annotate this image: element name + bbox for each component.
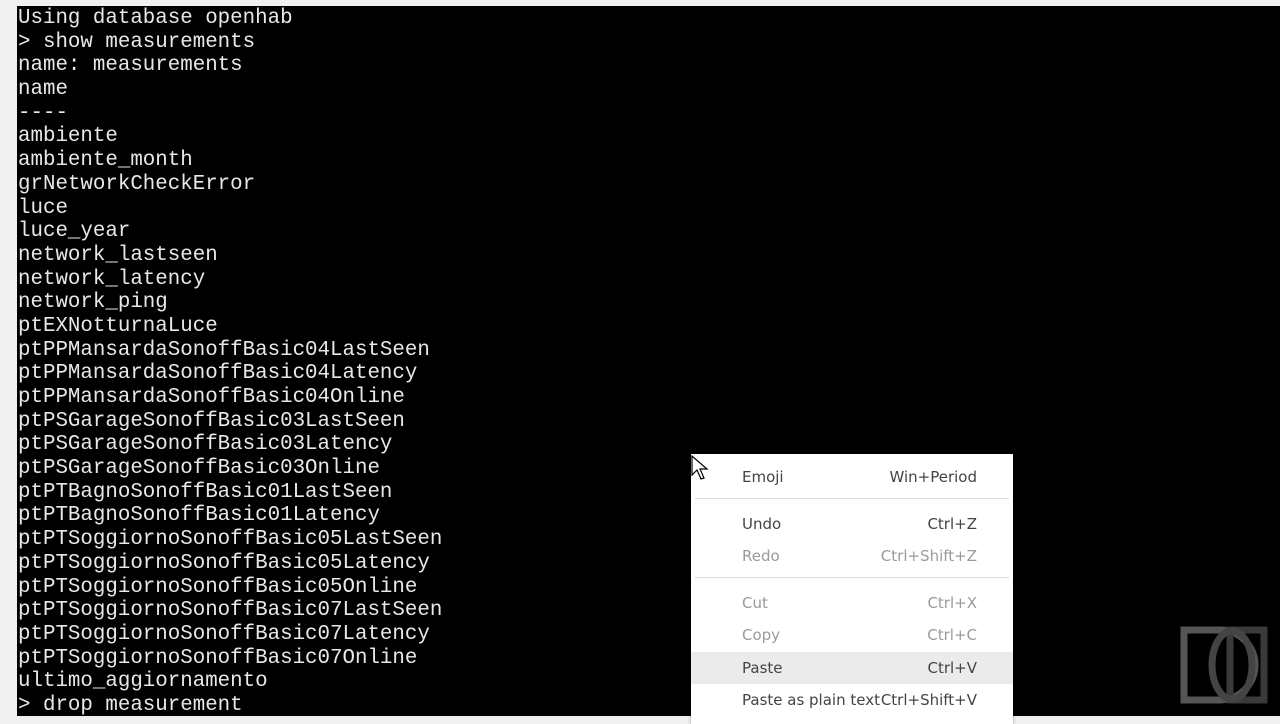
terminal-line: ptEXNotturnaLuce — [18, 314, 218, 338]
menu-label: Paste — [742, 659, 783, 677]
menu-label: Cut — [742, 594, 768, 612]
terminal-line: ptPTSoggiornoSonoffBasic05Latency — [18, 551, 430, 575]
menu-item-redo[interactable]: Redo Ctrl+Shift+Z — [691, 540, 1013, 572]
menu-item-undo[interactable]: Undo Ctrl+Z — [691, 508, 1013, 540]
terminal-line: Using database openhab — [18, 7, 293, 30]
terminal-line: ptPTSoggiornoSonoffBasic07Latency — [18, 622, 430, 646]
menu-label: Paste as plain text — [742, 691, 880, 709]
terminal-line: network_latency — [18, 267, 206, 291]
terminal-line: network_lastseen — [18, 243, 218, 267]
terminal-line: name — [18, 78, 68, 102]
terminal-line: ptPSGarageSonoffBasic03LastSeen — [18, 409, 405, 433]
terminal-line: network_ping — [18, 291, 168, 315]
terminal-line: ultimo_aggiornamento — [18, 670, 268, 694]
terminal-line: ptPTSoggiornoSonoffBasic07LastSeen — [18, 599, 443, 623]
menu-divider — [695, 577, 1009, 578]
terminal-line: ambiente_month — [18, 149, 193, 173]
menu-item-paste[interactable]: Paste Ctrl+V — [691, 652, 1013, 684]
terminal-line: ptPTBagnoSonoffBasic01LastSeen — [18, 480, 393, 504]
menu-shortcut: Ctrl+X — [927, 594, 977, 612]
context-menu: Emoji Win+Period Undo Ctrl+Z Redo Ctrl+Shif… — [691, 454, 1013, 724]
terminal-line: ptPTBagnoSonoffBasic01Latency — [18, 504, 380, 528]
menu-item-cut[interactable]: Cut Ctrl+X — [691, 587, 1013, 619]
menu-shortcut: Ctrl+Z — [927, 515, 977, 533]
terminal-line: grNetworkCheckError — [18, 172, 256, 196]
menu-item-copy[interactable]: Copy Ctrl+C — [691, 619, 1013, 651]
menu-label: Emoji — [742, 468, 784, 486]
terminal-line: luce — [18, 196, 68, 220]
terminal-output: Using database openhab > show measurement… — [18, 7, 442, 718]
terminal-line: ptPSGarageSonoffBasic03Latency — [18, 433, 393, 457]
menu-item-paste-plain-text[interactable]: Paste as plain text Ctrl+Shift+V — [691, 684, 1013, 716]
menu-label: Undo — [742, 515, 782, 533]
menu-shortcut: Ctrl+Shift+V — [880, 691, 977, 709]
menu-item-emoji[interactable]: Emoji Win+Period — [691, 461, 1013, 493]
menu-label: Redo — [742, 547, 780, 565]
terminal-line: > show measurements — [18, 30, 256, 54]
terminal-line: ptPPMansardaSonoffBasic04Latency — [18, 362, 418, 386]
terminal-line: ptPTSoggiornoSonoffBasic05Online — [18, 575, 418, 599]
mouse-cursor-icon — [691, 455, 709, 480]
menu-shortcut: Ctrl+Shift+Z — [880, 547, 977, 565]
terminal-line: ptPPMansardaSonoffBasic04LastSeen — [18, 338, 430, 362]
terminal-line: ptPPMansardaSonoffBasic04Online — [18, 386, 405, 409]
menu-shortcut: Ctrl+C — [927, 626, 977, 644]
menu-shortcut: Ctrl+V — [927, 659, 977, 677]
terminal-line: ptPSGarageSonoffBasic03Online — [18, 457, 380, 481]
watermark-logo-icon — [1180, 626, 1268, 704]
menu-label: Copy — [742, 626, 781, 644]
terminal-line: luce_year — [18, 220, 131, 244]
terminal-line: ptPTSoggiornoSonoffBasic07Online — [18, 646, 418, 670]
terminal-line: ptPTSoggiornoSonoffBasic05LastSeen — [18, 528, 443, 552]
terminal-window[interactable]: Using database openhab > show measurement… — [17, 6, 1280, 718]
terminal-line: ---- — [18, 101, 68, 125]
menu-divider — [695, 498, 1009, 499]
terminal-line: ambiente — [18, 125, 118, 149]
terminal-line: > drop measurement — [18, 693, 243, 717]
menu-shortcut: Win+Period — [889, 468, 977, 486]
terminal-line: name: measurements — [18, 54, 243, 78]
